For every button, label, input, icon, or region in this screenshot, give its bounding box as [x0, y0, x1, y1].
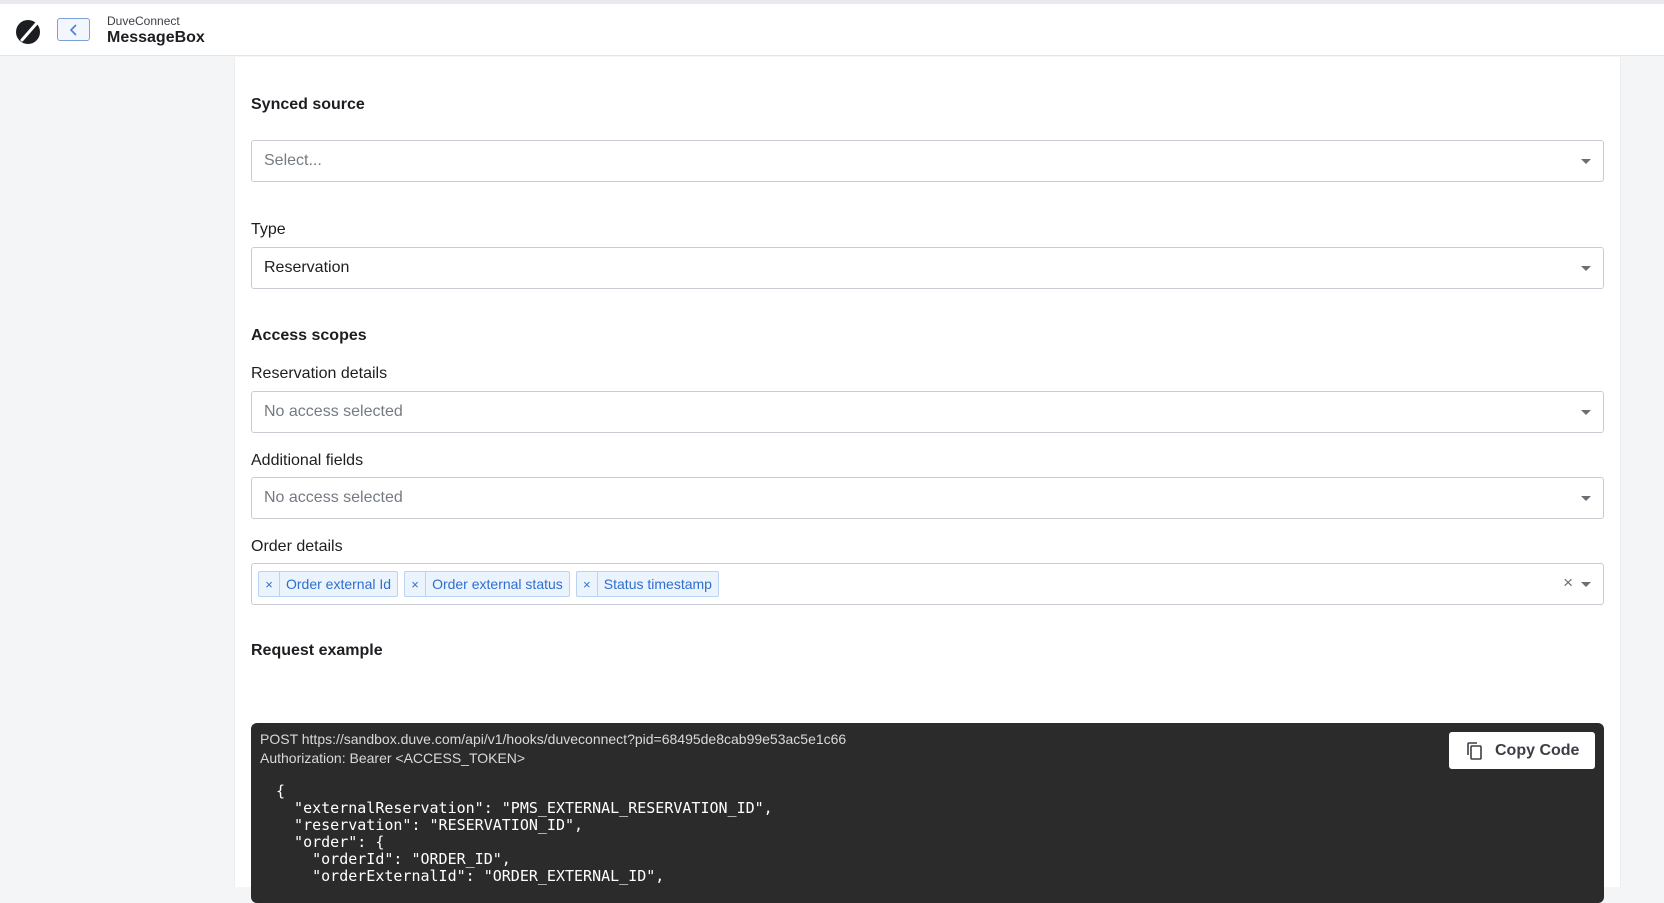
clear-all-icon[interactable]: ×	[1563, 573, 1573, 593]
additional-fields-placeholder: No access selected	[264, 489, 403, 506]
copy-icon	[1467, 741, 1482, 760]
request-example-title: Request example	[251, 642, 383, 659]
authorization-line: Authorization: Bearer <ACCESS_TOKEN>	[260, 750, 526, 766]
back-button[interactable]	[57, 18, 90, 41]
chevron-down-icon	[1581, 582, 1591, 587]
synced-source-title: Synced source	[251, 96, 365, 113]
top-bar: DuveConnect MessageBox	[0, 0, 1664, 56]
settings-panel: Synced source Select... Type Reservation…	[234, 57, 1621, 903]
synced-source-select[interactable]: Select...	[251, 140, 1604, 182]
synced-source-placeholder: Select...	[264, 152, 322, 169]
chip-order-external-id: × Order external Id	[258, 571, 399, 597]
chevron-down-icon	[1581, 266, 1591, 271]
chip-label: Order external status	[432, 576, 563, 592]
chevron-down-icon	[1581, 496, 1591, 501]
chip-label: Order external Id	[286, 576, 392, 592]
reservation-details-placeholder: No access selected	[264, 403, 403, 420]
access-scopes-title: Access scopes	[251, 327, 367, 344]
request-url-line: POST https://sandbox.duve.com/api/v1/hoo…	[260, 731, 847, 747]
app-title: MessageBox	[107, 29, 205, 46]
type-value: Reservation	[264, 259, 350, 276]
type-label: Type	[251, 221, 286, 238]
order-details-label: Order details	[251, 538, 343, 555]
request-code-block: POST https://sandbox.duve.com/api/v1/hoo…	[251, 723, 1604, 903]
duve-logo	[16, 20, 40, 44]
type-select[interactable]: Reservation	[251, 247, 1604, 289]
remove-chip-icon[interactable]: ×	[259, 572, 280, 596]
additional-fields-select[interactable]: No access selected	[251, 477, 1604, 519]
reservation-details-select[interactable]: No access selected	[251, 391, 1604, 433]
chip-order-external-status: × Order external status	[404, 571, 570, 597]
chevron-down-icon	[1581, 159, 1591, 164]
chevron-left-icon	[69, 23, 77, 36]
remove-chip-icon[interactable]: ×	[577, 572, 598, 596]
chevron-down-icon	[1581, 410, 1591, 415]
chip-label: Status timestamp	[603, 576, 712, 592]
copy-code-button[interactable]: Copy Code	[1449, 732, 1595, 769]
remove-chip-icon[interactable]: ×	[405, 572, 427, 596]
order-details-select[interactable]: × Order external Id × Order external sta…	[251, 563, 1604, 605]
app-subtitle: DuveConnect	[107, 14, 180, 28]
additional-fields-label: Additional fields	[251, 452, 364, 469]
reservation-details-label: Reservation details	[251, 365, 388, 382]
copy-code-label: Copy Code	[1495, 741, 1580, 759]
chip-status-timestamp: × Status timestamp	[575, 571, 719, 597]
request-body-code: { "externalReservation": "PMS_EXTERNAL_R…	[276, 782, 773, 885]
selected-chips: × Order external Id × Order external sta…	[258, 571, 719, 597]
